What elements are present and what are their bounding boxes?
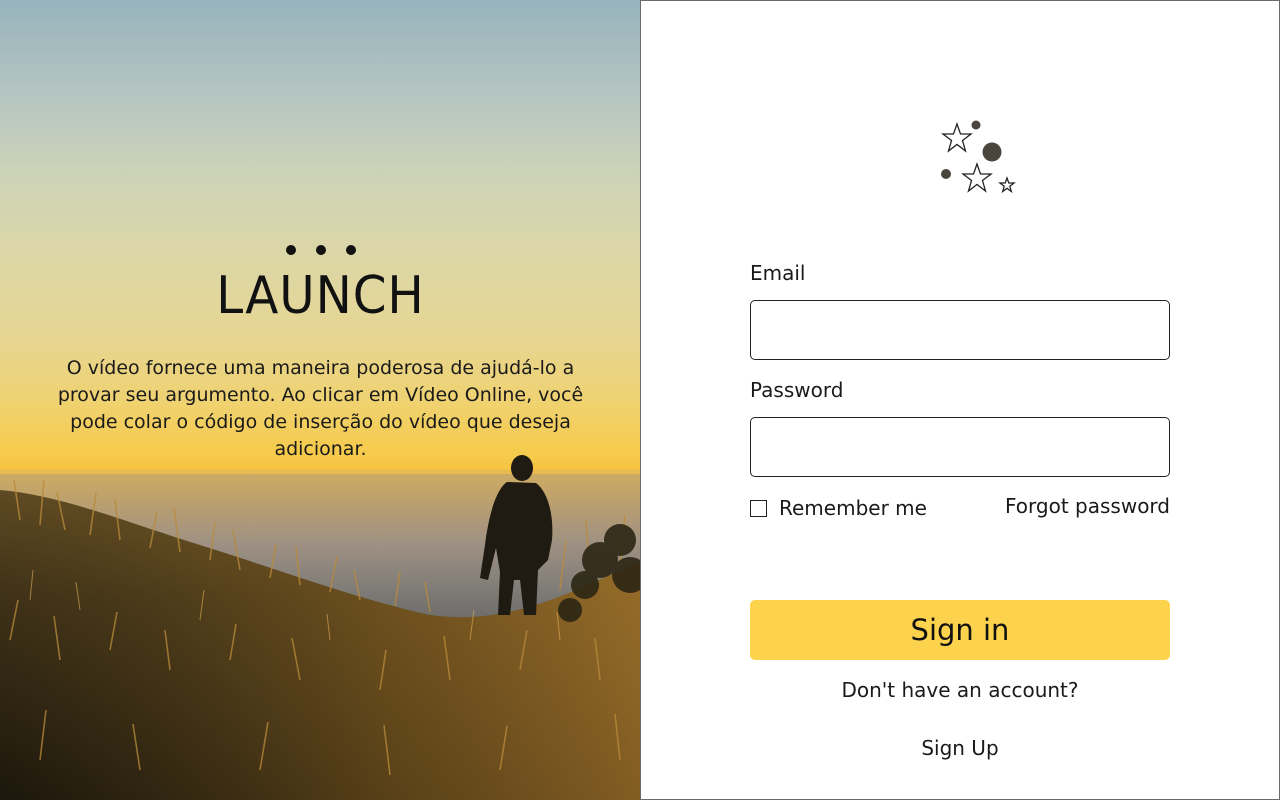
hero-title: LAUNCH bbox=[216, 266, 425, 326]
sign-in-button[interactable]: Sign in bbox=[750, 600, 1170, 660]
stars-logo-icon bbox=[941, 120, 1016, 194]
remember-me-label[interactable]: Remember me bbox=[779, 496, 927, 520]
hero-panel: LAUNCH O vídeo fornece uma maneira poder… bbox=[0, 0, 641, 800]
no-account-text: Don't have an account? bbox=[841, 678, 1079, 702]
sign-up-link[interactable]: Sign Up bbox=[750, 736, 1170, 760]
email-input[interactable] bbox=[750, 300, 1170, 360]
remember-me-checkbox[interactable] bbox=[750, 499, 767, 517]
hero-dots-decoration bbox=[0, 245, 641, 255]
dot bbox=[345, 245, 356, 255]
email-label: Email bbox=[750, 261, 806, 285]
remember-me-row: Remember me bbox=[750, 496, 927, 520]
password-input[interactable] bbox=[750, 417, 1170, 477]
dot bbox=[285, 245, 296, 255]
dot bbox=[315, 245, 326, 255]
password-label: Password bbox=[750, 378, 844, 402]
login-page: LAUNCH O vídeo fornece uma maneira poder… bbox=[0, 0, 1280, 800]
hero-description: O vídeo fornece uma maneira poderosa de … bbox=[57, 357, 584, 460]
forgot-password-link[interactable]: Forgot password bbox=[1005, 494, 1170, 518]
